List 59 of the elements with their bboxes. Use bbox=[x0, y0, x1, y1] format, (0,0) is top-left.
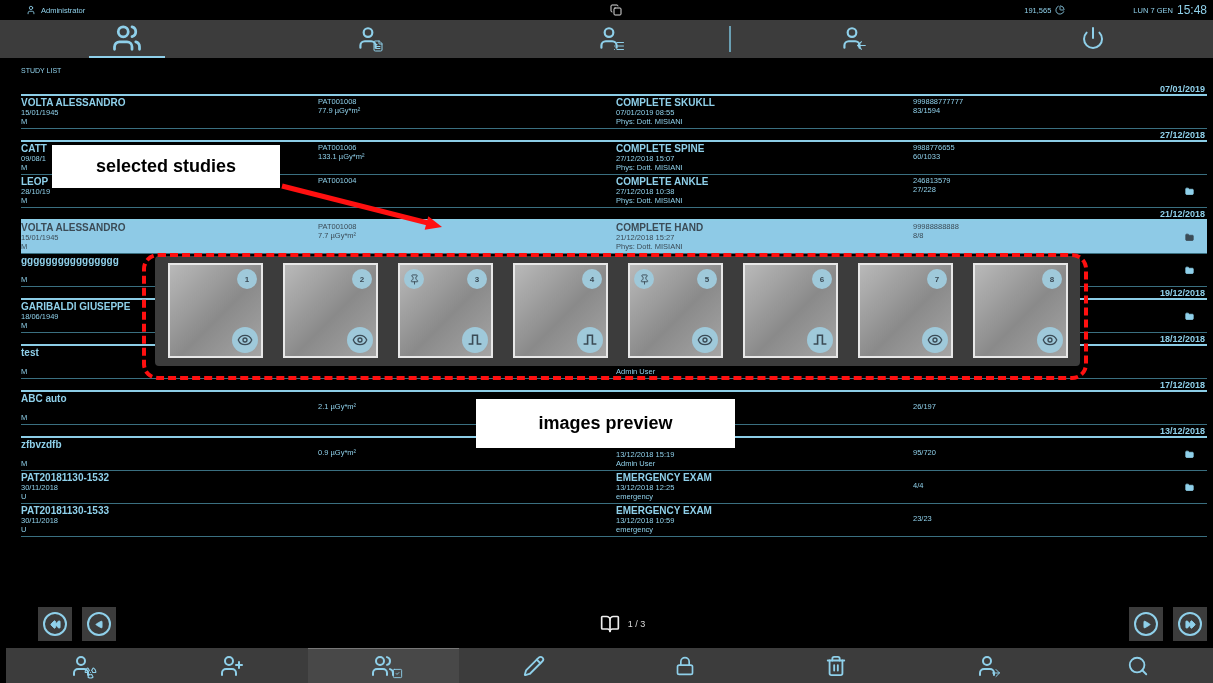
group-date: 18/12/2018 bbox=[1159, 334, 1206, 344]
clock-time: 15:48 bbox=[1176, 3, 1207, 17]
patient-name: VOLTA ALESSANDRO bbox=[21, 222, 126, 233]
pie-chart-icon bbox=[1055, 5, 1066, 15]
image-number: 6 bbox=[812, 269, 832, 289]
image-number: 3 bbox=[467, 269, 487, 289]
group-date: 07/01/2019 bbox=[1159, 84, 1206, 94]
patient-name: ABC auto bbox=[21, 393, 67, 404]
patient-name: test bbox=[21, 347, 39, 358]
group-date: 21/12/2018 bbox=[1159, 209, 1206, 219]
image-thumbnail[interactable]: 6 bbox=[743, 263, 838, 358]
user-icon bbox=[26, 5, 36, 15]
exam-name: COMPLETE SPINE bbox=[616, 143, 705, 154]
image-number: 5 bbox=[697, 269, 717, 289]
image-thumbnail[interactable]: 8 bbox=[973, 263, 1068, 358]
patient-name: PAT20181130-1532 bbox=[21, 472, 110, 483]
exam-name: COMPLETE HAND bbox=[616, 222, 704, 233]
patient-name: GARIBALDI GIUSEPPE bbox=[21, 301, 131, 312]
copy-icon[interactable] bbox=[610, 4, 623, 16]
patient-name: CATT bbox=[21, 143, 47, 154]
image-number: 4 bbox=[582, 269, 602, 289]
image-number: 7 bbox=[927, 269, 947, 289]
image-thumbnail[interactable]: 2 bbox=[283, 263, 378, 358]
page-number: 1 / 3 bbox=[627, 619, 646, 629]
image-thumbnail[interactable]: 4 bbox=[513, 263, 608, 358]
image-number: 1 bbox=[237, 269, 257, 289]
toolbar-button[interactable] bbox=[307, 648, 459, 683]
exam-name: EMERGENCY EXAM bbox=[616, 505, 712, 516]
previous-page-button[interactable] bbox=[82, 607, 116, 641]
last-page-button[interactable] bbox=[1173, 607, 1207, 641]
patient-name: LEOP bbox=[21, 176, 49, 187]
rewind-icon bbox=[43, 612, 67, 636]
image-number: 8 bbox=[1042, 269, 1062, 289]
image-thumbnail[interactable]: 7 bbox=[858, 263, 953, 358]
fast-forward-icon bbox=[1178, 612, 1202, 636]
patient-name: VOLTA ALESSANDRO bbox=[21, 97, 126, 108]
patient-name: PAT20181130-1533 bbox=[21, 505, 110, 516]
first-page-button[interactable] bbox=[38, 607, 72, 641]
image-number: 2 bbox=[352, 269, 372, 289]
exam-name: COMPLETE ANKLE bbox=[616, 176, 709, 187]
group-date: 27/12/2018 bbox=[1159, 130, 1206, 140]
book-icon bbox=[599, 615, 620, 633]
image-thumbnail[interactable]: 3 bbox=[398, 263, 493, 358]
next-page-button[interactable] bbox=[1129, 607, 1163, 641]
group-date: 17/12/2018 bbox=[1159, 380, 1206, 390]
exam-name: EMERGENCY EXAM bbox=[616, 472, 712, 483]
callout-label: selected studies bbox=[52, 145, 280, 188]
patient-name: zfbvzdfb bbox=[21, 439, 62, 450]
add-user-icon bbox=[219, 653, 246, 679]
pencil-icon bbox=[522, 654, 547, 678]
group-date: 19/12/2018 bbox=[1159, 288, 1206, 298]
previous-icon bbox=[87, 612, 111, 636]
callout-label: images preview bbox=[476, 399, 735, 448]
exam-name: COMPLETE SKUKLL bbox=[616, 97, 715, 108]
play-icon bbox=[1134, 612, 1158, 636]
patient-name: gggggggggggggggg bbox=[21, 255, 119, 266]
image-thumbnail[interactable]: 5 bbox=[628, 263, 723, 358]
group-date: 13/12/2018 bbox=[1159, 426, 1206, 436]
image-thumbnail[interactable]: 1 bbox=[168, 263, 263, 358]
